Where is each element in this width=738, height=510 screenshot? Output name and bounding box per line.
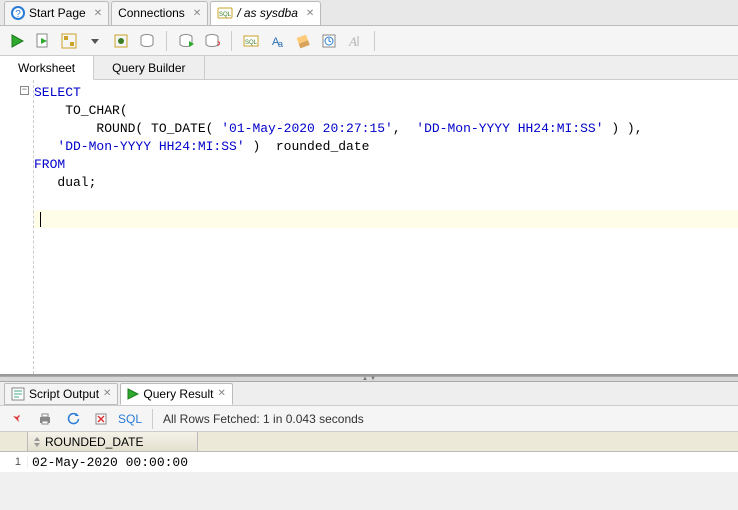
sub-tab-label: Worksheet — [18, 61, 75, 75]
document-tabs: ? Start Page ✕ Connections ✕ SQL / as sy… — [0, 0, 738, 26]
dropdown-arrow-icon[interactable] — [84, 30, 106, 52]
sql-tuning-button[interactable] — [136, 30, 158, 52]
commit-button[interactable] — [175, 30, 197, 52]
grid-header: ROUNDED_DATE — [0, 432, 738, 452]
close-icon[interactable]: ✕ — [103, 388, 111, 399]
run-statement-button[interactable] — [6, 30, 28, 52]
column-sort-icon — [32, 436, 42, 448]
svg-text:✕: ✕ — [216, 39, 220, 49]
editor-gutter: − — [0, 80, 34, 374]
tab-start-page[interactable]: ? Start Page ✕ — [4, 1, 109, 25]
sub-tab-worksheet[interactable]: Worksheet — [0, 56, 94, 80]
to-upper-lower-button[interactable]: Aa — [266, 30, 288, 52]
sql-worksheet-icon: SQL — [217, 6, 233, 20]
help-icon: ? — [11, 6, 25, 20]
text-caret — [40, 212, 41, 227]
cell-value[interactable]: 02-May-2020 00:00:00 — [28, 455, 198, 470]
row-number: 1 — [0, 456, 28, 468]
tab-label: Start Page — [29, 6, 86, 20]
autotrace-button[interactable] — [110, 30, 132, 52]
result-toolbar: SQL All Rows Fetched: 1 in 0.043 seconds — [0, 406, 738, 432]
rollback-button[interactable]: ✕ — [201, 30, 223, 52]
svg-text:SQL: SQL — [219, 12, 232, 18]
refresh-button[interactable] — [62, 408, 84, 430]
sql-link[interactable]: SQL — [118, 412, 142, 426]
sub-tab-label: Query Builder — [112, 61, 185, 75]
separator — [166, 31, 167, 51]
svg-text:SQL: SQL — [245, 40, 258, 46]
format-icon[interactable]: A — [344, 30, 366, 52]
explain-plan-button[interactable] — [58, 30, 80, 52]
column-header[interactable]: ROUNDED_DATE — [28, 432, 198, 451]
tab-query-result[interactable]: Query Result ✕ — [120, 383, 232, 405]
table-row[interactable]: 1 02-May-2020 00:00:00 — [0, 452, 738, 472]
close-icon[interactable]: ✕ — [193, 8, 201, 19]
close-icon[interactable]: ✕ — [217, 388, 225, 399]
close-icon[interactable]: ✕ — [94, 8, 102, 19]
current-line-highlight — [34, 210, 738, 228]
sql-history-button[interactable] — [318, 30, 340, 52]
worksheet-sub-tabs: Worksheet Query Builder — [0, 56, 738, 80]
tab-label: Script Output — [29, 387, 99, 401]
unshared-worksheet-button[interactable]: SQL — [240, 30, 262, 52]
worksheet-toolbar: ✕ SQL Aa A — [0, 26, 738, 56]
svg-text:?: ? — [15, 9, 21, 20]
tab-connections[interactable]: Connections ✕ — [111, 1, 208, 25]
close-icon[interactable]: ✕ — [306, 8, 314, 19]
pin-button[interactable] — [6, 408, 28, 430]
result-grid[interactable]: ROUNDED_DATE 1 02-May-2020 00:00:00 — [0, 432, 738, 472]
sql-editor[interactable]: − SELECT TO_CHAR( ROUND( TO_DATE( '01-Ma… — [0, 80, 738, 376]
svg-text:A: A — [348, 34, 357, 49]
separator — [374, 31, 375, 51]
result-tabs: Script Output ✕ Query Result ✕ — [0, 382, 738, 406]
row-number-header — [0, 432, 28, 451]
run-script-button[interactable] — [32, 30, 54, 52]
tab-label: Query Result — [143, 387, 213, 401]
tab-active-connection[interactable]: SQL / as sysdba ✕ — [210, 1, 321, 25]
tab-label: / as sysdba — [237, 6, 298, 20]
fetch-status: All Rows Fetched: 1 in 0.043 seconds — [163, 412, 364, 426]
fold-toggle-icon[interactable]: − — [20, 86, 29, 95]
delete-button[interactable] — [90, 408, 112, 430]
column-name: ROUNDED_DATE — [45, 435, 143, 449]
tab-script-output[interactable]: Script Output ✕ — [4, 383, 118, 405]
run-icon — [127, 388, 139, 400]
svg-text:a: a — [278, 39, 283, 49]
tab-label: Connections — [118, 6, 185, 20]
clear-button[interactable] — [292, 30, 314, 52]
code-content: SELECT TO_CHAR( ROUND( TO_DATE( '01-May-… — [34, 84, 738, 192]
print-button[interactable] — [34, 408, 56, 430]
separator — [231, 31, 232, 51]
separator — [152, 409, 153, 429]
sub-tab-query-builder[interactable]: Query Builder — [94, 56, 204, 79]
script-output-icon — [11, 387, 25, 401]
